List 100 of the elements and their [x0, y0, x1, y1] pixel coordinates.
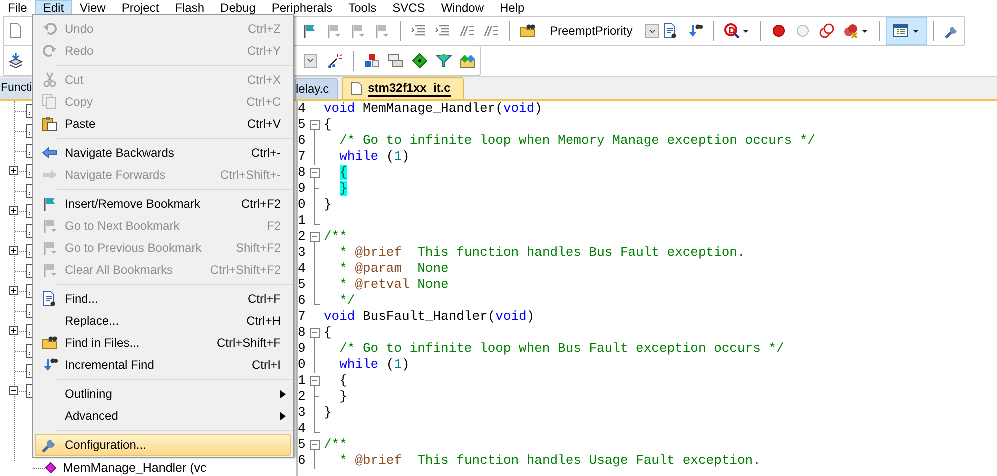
code-line: * @brief This function handles Usage Fault exception. [338, 453, 761, 469]
expand-icon[interactable] [9, 286, 18, 295]
menu-item-icon [42, 196, 58, 212]
dropdown-button[interactable] [304, 54, 318, 68]
code-line: } [338, 389, 348, 405]
line-number: 6 [298, 453, 307, 469]
menu-item-icon [42, 43, 58, 59]
fold-toggle-icon[interactable] [310, 120, 320, 133]
code-line: * @retval None [338, 277, 449, 293]
funnel-icon[interactable] [436, 52, 452, 68]
file-tab[interactable]: stm32f1xx_it.c [342, 77, 464, 99]
line-number: 7 [298, 149, 307, 165]
breakpoint-icon[interactable] [771, 23, 787, 39]
code-line: } [323, 405, 332, 421]
fold-toggle-icon[interactable] [310, 440, 320, 453]
menu-item[interactable]: Advanced [35, 405, 291, 427]
menu-item[interactable]: Peripherals [264, 0, 341, 15]
menu-item[interactable]: Find in Files... Ctrl+Shift+F [35, 332, 291, 354]
menu-item-icon [42, 335, 58, 351]
file-tab[interactable]: lelay.c [295, 78, 338, 99]
menu-item[interactable]: Insert/Remove Bookmark Ctrl+F2 [35, 193, 291, 215]
line-number: 3 [298, 245, 307, 261]
menu-item-icon [42, 72, 58, 88]
fold-toggle-icon[interactable] [310, 232, 320, 245]
code-line: /** [323, 437, 348, 453]
menu-item-icon [42, 291, 58, 307]
find-folder-icon[interactable] [520, 23, 536, 39]
menu-item[interactable]: Edit [35, 0, 72, 15]
menu-item[interactable]: SVCS [384, 0, 434, 15]
code-line: } [323, 197, 332, 213]
search-combo[interactable]: PreemptPriority [546, 21, 659, 41]
menu-item[interactable]: Debug [212, 0, 264, 15]
expand-icon[interactable] [9, 166, 18, 175]
line-number: 8 [298, 325, 307, 341]
menu-item[interactable]: File [0, 0, 36, 15]
caret-icon [742, 28, 750, 34]
menu-item[interactable]: Configuration... [35, 434, 291, 456]
fold-toggle-icon[interactable] [310, 376, 320, 389]
blocks-icon[interactable] [364, 52, 380, 68]
caret-icon [861, 28, 869, 34]
line-number: 5 [298, 437, 307, 453]
code-line: { [323, 325, 332, 341]
code-line: { [323, 117, 332, 133]
menu-item[interactable]: Flash [167, 0, 213, 15]
expand-icon[interactable] [9, 206, 18, 215]
comment-icon[interactable] [483, 23, 499, 39]
line-number: 1 [298, 213, 307, 229]
menu-item[interactable]: Navigate Backwards Ctrl+- [35, 142, 291, 164]
new-file-icon[interactable] [8, 23, 24, 39]
code-line: { [338, 373, 348, 389]
line-number: 9 [298, 181, 307, 197]
code-line: * @param None [338, 261, 449, 277]
code-line: */ [338, 293, 356, 309]
window-icon [893, 23, 909, 39]
line-number: 0 [298, 357, 307, 373]
windows-icon[interactable] [388, 52, 404, 68]
menu-item[interactable]: Tools [340, 0, 385, 15]
tree-item[interactable]: MemManage_Handler (vc [63, 462, 207, 474]
panel-tab[interactable]: Functi [0, 78, 31, 99]
menu-item[interactable]: Project [114, 0, 168, 15]
line-number: 8 [298, 165, 307, 181]
code-line: while (1) [338, 149, 410, 165]
find-document-icon[interactable] [663, 23, 679, 39]
menu-item[interactable]: Replace... Ctrl+H [35, 310, 291, 332]
line-number: 4 [298, 101, 307, 117]
menu-item[interactable]: Help [492, 0, 533, 15]
wand-icon[interactable] [327, 52, 343, 68]
window-button[interactable] [886, 17, 927, 45]
menu-item-icon [42, 116, 58, 132]
menu-item-icon [42, 94, 58, 110]
menu-item[interactable]: Find... Ctrl+F [35, 288, 291, 310]
circles-icon[interactable] [819, 23, 835, 39]
line-number: 6 [298, 293, 307, 309]
debug-icon[interactable] [724, 23, 740, 39]
load-icon[interactable] [8, 52, 24, 68]
menu-item[interactable]: Paste Ctrl+V [35, 113, 291, 135]
incremental-find-icon[interactable] [687, 23, 703, 39]
fold-toggle-icon[interactable] [310, 328, 320, 341]
menu-item-icon [42, 21, 58, 37]
caret-icon [912, 28, 920, 34]
line-number: 4 [298, 261, 307, 277]
diamond-icon[interactable] [412, 52, 428, 68]
expand-icon[interactable] [9, 246, 18, 255]
expand-icon[interactable] [9, 326, 18, 335]
menu-item[interactable]: Incremental Find Ctrl+I [35, 354, 291, 376]
diamond-icon [45, 462, 57, 474]
code-line: /* Go to infinite loop when Bus Fault exception occurs */ [338, 341, 784, 357]
code-line: while (1) [338, 357, 410, 373]
line-number: 0 [298, 197, 307, 213]
collapse-icon[interactable] [9, 386, 18, 395]
comment-icon[interactable] [459, 23, 475, 39]
menu-item[interactable]: Outlining [35, 383, 291, 405]
code-line: /* Go to infinite loop when Memory Manage exception occurs */ [338, 133, 816, 149]
flag-icon[interactable] [302, 23, 318, 39]
diamonds-icon[interactable] [460, 52, 476, 68]
document-icon [351, 82, 364, 96]
fold-toggle-icon[interactable] [310, 168, 320, 181]
circles-icon[interactable] [843, 23, 859, 39]
menu-item[interactable]: Window [433, 0, 492, 15]
menu-item[interactable]: View [72, 0, 114, 15]
